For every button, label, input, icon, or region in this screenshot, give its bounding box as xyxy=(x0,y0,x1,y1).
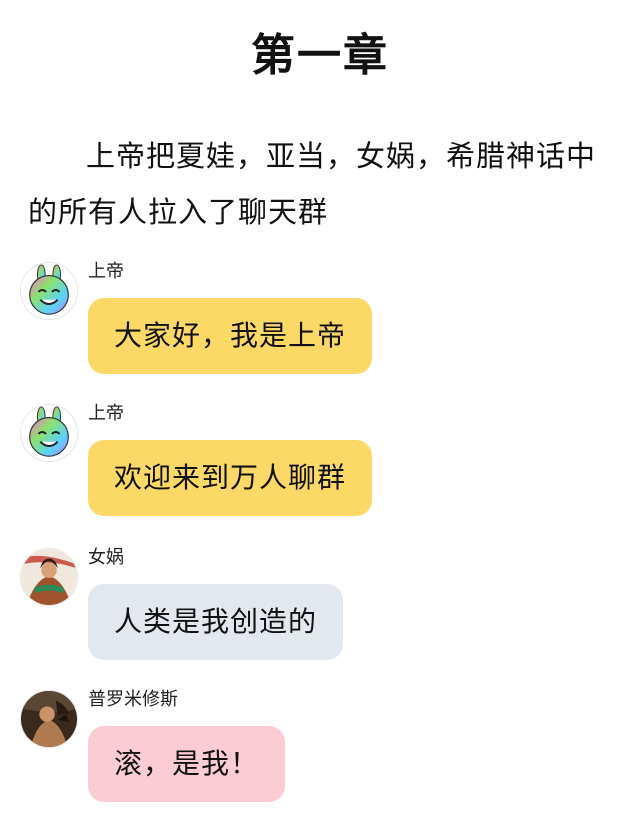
avatar[interactable] xyxy=(20,690,78,748)
avatar[interactable] xyxy=(20,548,78,606)
sender-name: 上帝 xyxy=(88,403,124,424)
intro-paragraph: 上帝把夏娃，亚当，女娲，希腊神话中的所有人拉入了聊天群 xyxy=(28,139,597,229)
message-bubble[interactable]: 滚，是我！ xyxy=(88,726,286,802)
sender-name: 女娲 xyxy=(88,547,124,568)
avatar[interactable] xyxy=(20,262,78,320)
avatar[interactable] xyxy=(20,404,78,462)
message-bubble[interactable]: 欢迎来到万人聊群 xyxy=(88,440,373,516)
message-bubble[interactable]: 人类是我创造的 xyxy=(88,584,344,660)
prometheus-painting-icon xyxy=(21,691,77,747)
sender-name: 普罗米修斯 xyxy=(88,689,178,710)
rainbow-rabbit-icon xyxy=(21,263,77,319)
nuwa-painting-icon xyxy=(21,549,77,605)
sender-name: 上帝 xyxy=(88,261,124,282)
chapter-title: 第一章 xyxy=(251,30,389,81)
rainbow-rabbit-icon xyxy=(21,405,77,461)
message-bubble[interactable]: 大家好，我是上帝 xyxy=(88,298,373,374)
